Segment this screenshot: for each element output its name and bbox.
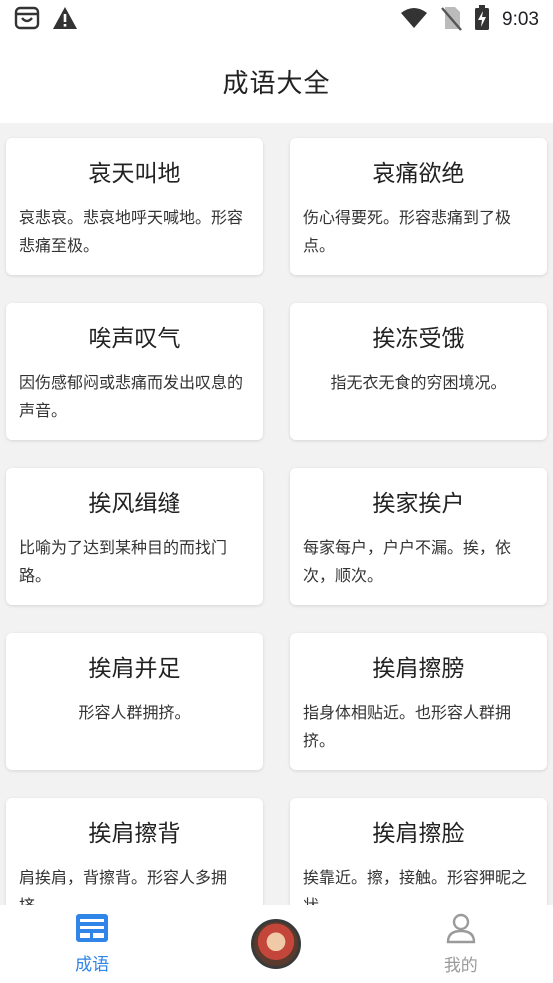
idiom-description: 比喻为了达到某种目的而找门路。 (19, 538, 228, 585)
status-left (14, 5, 78, 35)
idiom-description: 每家每户，户户不漏。挨，依次，顺次。 (303, 538, 512, 585)
idiom-card[interactable]: 挨风缉缝比喻为了达到某种目的而找门路。 (6, 468, 263, 605)
status-time: 9:03 (502, 9, 539, 30)
person-icon (445, 912, 477, 948)
nav-item-mine[interactable]: 我的 (369, 912, 553, 976)
idiom-title: 挨冻受饿 (372, 326, 465, 352)
idiom-description: 因伤感郁闷或悲痛而发出叹息的声音。 (19, 373, 244, 420)
idiom-description: 伤心得要死。形容悲痛到了极点。 (303, 208, 512, 255)
idiom-title: 挨肩擦膀 (372, 656, 465, 682)
battery-charging-icon (474, 5, 490, 35)
idiom-description: 形容人群拥挤。 (78, 703, 191, 722)
idiom-title: 挨肩并足 (88, 656, 181, 682)
bottom-nav: 成语 我的 (0, 905, 553, 983)
idiom-description: 指身体相贴近。也形容人群拥挤。 (303, 703, 512, 750)
wifi-icon (400, 7, 428, 33)
idiom-title: 哀天叫地 (88, 161, 181, 187)
idiom-description: 挨靠近。擦，接触。形容狎昵之状。 (303, 868, 528, 905)
app-header: 成语大全 (0, 40, 553, 123)
nav-item-idioms[interactable]: 成语 (0, 913, 184, 975)
page-title: 成语大全 (222, 69, 331, 99)
idiom-list[interactable]: 哀天叫地 哀悲哀。悲哀地呼天喊地。形容悲痛至极。 哀痛欲绝 伤心得要死。形容悲痛到了极… (0, 123, 553, 905)
avatar-icon (251, 919, 302, 969)
idiom-card[interactable]: 挨肩擦膀指身体相贴近。也形容人群拥挤。 (290, 633, 547, 770)
idiom-description: 肩挨肩，背擦背。形容人多拥挤。 (19, 868, 228, 905)
status-bar: 9:03 (0, 0, 553, 40)
idiom-title: 哀痛欲绝 (372, 161, 465, 187)
idiom-card[interactable]: 挨冻受饿指无衣无食的穷困境况。 (290, 303, 547, 440)
idiom-card[interactable]: 挨肩擦脸挨靠近。擦，接触。形容狎昵之状。 (290, 798, 547, 905)
status-right: 9:03 (400, 5, 539, 35)
nav-label-idioms: 成语 (75, 955, 110, 975)
nav-item-avatar[interactable] (184, 919, 368, 969)
warning-icon (52, 6, 78, 34)
idiom-card[interactable]: 挨肩擦背肩挨肩，背擦背。形容人多拥挤。 (6, 798, 263, 905)
news-icon (75, 913, 109, 947)
idiom-description: 指无衣无食的穷困境况。 (330, 373, 507, 392)
idiom-title: 挨肩擦背 (88, 821, 181, 847)
idiom-title: 挨家挨户 (372, 491, 465, 517)
idiom-title: 挨肩擦脸 (372, 821, 465, 847)
idiom-title: 唉声叹气 (88, 326, 181, 352)
idiom-card[interactable]: 哀痛欲绝伤心得要死。形容悲痛到了极点。 (290, 138, 547, 275)
idiom-title: 挨风缉缝 (88, 491, 181, 517)
idiom-card[interactable]: 哀天叫地哀悲哀。悲哀地呼天喊地。形容悲痛至极。 (6, 138, 263, 275)
idiom-grid: 哀天叫地 哀悲哀。悲哀地呼天喊地。形容悲痛至极。 哀痛欲绝 伤心得要死。形容悲痛到了极… (6, 138, 547, 905)
no-sim-icon (440, 5, 462, 35)
idiom-description: 哀悲哀。悲哀地呼天喊地。形容悲痛至极。 (19, 208, 244, 255)
nav-label-mine: 我的 (443, 956, 478, 976)
idiom-card[interactable]: 挨家挨户每家每户，户户不漏。挨，依次，顺次。 (290, 468, 547, 605)
idiom-card[interactable]: 挨肩并足形容人群拥挤。 (6, 633, 263, 770)
idiom-card[interactable]: 唉声叹气因伤感郁闷或悲痛而发出叹息的声音。 (6, 303, 263, 440)
notification-bag-icon (14, 5, 40, 35)
